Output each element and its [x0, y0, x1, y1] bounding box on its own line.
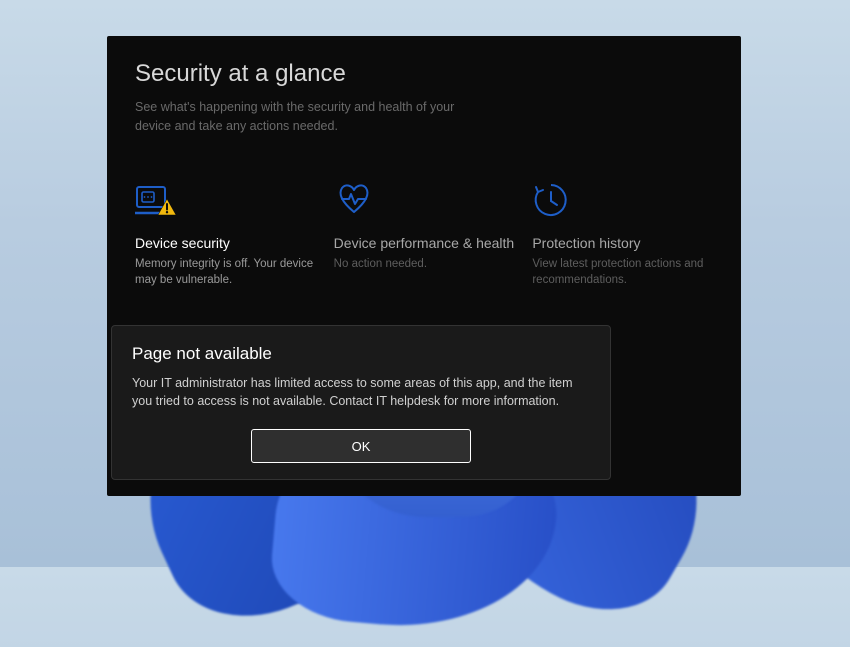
page-not-available-dialog: Page not available Your IT administrator…	[111, 325, 611, 481]
card-desc: Memory integrity is off. Your device may…	[135, 256, 316, 288]
windows-security-window: Security at a glance See what's happenin…	[107, 36, 741, 496]
card-desc: View latest protection actions and recom…	[532, 256, 713, 288]
device-security-icon	[135, 180, 316, 220]
card-protection-history[interactable]: Protection history View latest protectio…	[532, 180, 713, 288]
dialog-body: Your IT administrator has limited access…	[132, 374, 590, 412]
warning-triangle-icon	[157, 198, 177, 216]
card-desc: No action needed.	[334, 256, 515, 272]
card-title: Device performance & health	[334, 234, 515, 252]
page-title: Security at a glance	[135, 60, 713, 88]
dialog-title: Page not available	[132, 344, 590, 364]
device-performance-icon	[334, 180, 515, 220]
card-title: Protection history	[532, 234, 713, 252]
ok-button[interactable]: OK	[251, 429, 471, 463]
card-title: Device security	[135, 234, 316, 252]
page-subtitle: See what's happening with the security a…	[135, 98, 475, 136]
card-device-performance[interactable]: Device performance & health No action ne…	[334, 180, 515, 288]
card-device-security[interactable]: Device security Memory integrity is off.…	[135, 180, 316, 288]
security-cards-row: Device security Memory integrity is off.…	[135, 180, 713, 288]
protection-history-icon	[532, 180, 713, 220]
dialog-actions: OK	[132, 429, 590, 463]
